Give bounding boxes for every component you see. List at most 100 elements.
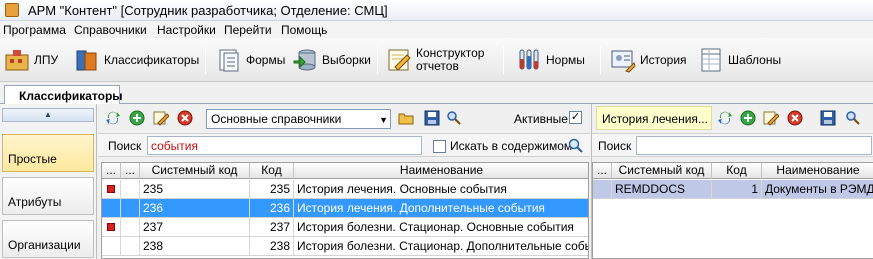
lpu-button[interactable]: ЛПУ [4,44,58,76]
dictionary-select[interactable]: Основные справочники ▼ [206,109,391,129]
column-header-syscode[interactable]: Системный код [612,163,712,179]
search-keys-icon[interactable] [446,110,462,126]
template-sheet-icon [698,47,724,73]
row-marker-cell [121,180,140,198]
column-header[interactable]: ... [593,163,612,179]
menu-settings[interactable]: Настройки [157,23,216,37]
menu-help[interactable]: Помощь [281,23,327,37]
templates-button[interactable]: Шаблоны [698,44,781,76]
save-icon[interactable] [424,110,440,126]
refresh-icon[interactable] [717,110,733,126]
report-pencil-icon [386,47,412,73]
table-row[interactable]: 236 236 История лечения. Дополнительные со… [102,199,588,218]
nav-item-label: Простые [8,152,57,166]
chevron-down-icon: ▼ [379,115,388,125]
active-checkbox[interactable]: ✓ [569,111,582,124]
detail-search-input[interactable] [636,136,872,155]
table-row[interactable]: 237 237 История болезни. Стационар. Основн… [102,218,588,237]
nav-item-attributes[interactable]: Атрибуты [2,177,94,215]
search-in-content-checkbox[interactable] [433,140,446,153]
books-icon [74,47,100,73]
selections-button[interactable]: Выборки [292,44,371,76]
name-cell: История болезни. Стационар. Дополнительн… [297,239,589,253]
syscode-cell: REMDDOCS [612,180,712,198]
nav-item-organizations[interactable]: Организации [2,220,94,258]
menu-program[interactable]: Программа [3,23,66,37]
column-header[interactable]: ... [102,163,121,179]
open-folder-icon[interactable] [398,110,414,126]
classifiers-label: Классификаторы [104,52,200,67]
syscode-cell: 238 [140,237,250,255]
main-toolbar: ЛПУ Классификаторы Формы Выборки Констру… [0,38,873,82]
menu-go[interactable]: Перейти [224,23,272,37]
syscode-cell: 236 [140,199,250,217]
classifiers-panel: Основные справочники ▼ Активные ✓ Поиск … [98,104,590,259]
app-icon [5,3,19,17]
row-marker-cell [121,237,140,255]
report-constructor-label: Конструктор отчетов [416,46,485,73]
column-header-name[interactable]: Наименование [294,163,588,179]
row-flag-cell [102,218,121,236]
test-tubes-icon [516,47,542,73]
selections-label: Выборки [322,52,371,67]
nav-item-label: Организации [8,238,81,252]
add-icon[interactable] [129,110,145,126]
window-title: АРМ "Контент" [Сотрудник разработчика; О… [28,3,388,18]
column-header-code[interactable]: Код [250,163,294,179]
toolbar-separator [205,46,206,74]
forms-button[interactable]: Формы [216,44,285,76]
search-keys-icon[interactable] [845,110,861,126]
syscode-cell: 235 [140,180,250,198]
nav-item-label: Атрибуты [8,195,62,209]
search-icon[interactable] [568,138,584,154]
detail-title: История лечения... [596,106,712,130]
database-icon [292,47,318,73]
classifiers-button[interactable]: Классификаторы [74,44,199,76]
detail-panel: История лечения... Поиск ... Системный к… [591,104,873,259]
edit-icon[interactable] [763,110,779,126]
dictionary-select-value: Основные справочники [211,112,342,126]
name-cell: История лечения. Основные события [297,182,507,196]
table-row[interactable]: 238 238 История болезни. Стационар. Дополн… [102,237,589,256]
syscode-cell: 237 [140,218,250,236]
report-constructor-button[interactable]: Конструктор отчетов [386,44,484,76]
toolbar-separator [377,46,378,74]
table-row[interactable]: 235 235 История лечения. Основные события [102,180,588,199]
row-marker-cell [121,218,140,236]
hospital-icon [4,47,30,73]
search-in-content-label: Искать в содержимом [450,139,573,153]
collapse-up-button[interactable]: ▲ [2,108,94,122]
column-header-name[interactable]: Наименование [762,163,873,179]
tab-classifiers[interactable]: Классификаторы [4,85,123,105]
delete-icon[interactable] [177,110,193,126]
code-cell: 1 [712,180,762,198]
status-flag-icon [107,185,115,193]
edit-icon[interactable] [153,110,169,126]
table-row[interactable]: REMDDOCS 1 Документы в РЭМД [593,180,873,199]
row-flag-cell [102,180,121,198]
refresh-icon[interactable] [105,110,121,126]
lpu-label: ЛПУ [34,52,59,67]
delete-icon[interactable] [787,110,803,126]
code-cell: 236 [250,199,294,217]
column-header-code[interactable]: Код [712,163,762,179]
norms-button[interactable]: Нормы [516,44,585,76]
table-header: ... ... Системный код Код Наименование [102,163,588,179]
row-marker-cell [121,199,140,217]
column-header[interactable]: ... [121,163,140,179]
toolbar-separator [503,46,504,74]
table-header: ... Системный код Код Наименование [593,163,873,179]
norms-label: Нормы [546,52,585,67]
search-input[interactable]: события [147,136,422,155]
save-icon[interactable] [820,110,836,126]
code-cell: 237 [250,218,294,236]
column-header-syscode[interactable]: Системный код [140,163,250,179]
history-button[interactable]: История [610,44,687,76]
code-cell: 238 [250,237,294,255]
forms-label: Формы [246,52,286,67]
tab-strip: Классификаторы [0,82,873,105]
menu-dictionaries[interactable]: Справочники [74,23,147,37]
title-bar: АРМ "Контент" [Сотрудник разработчика; О… [0,0,873,21]
nav-item-simple[interactable]: Простые [2,134,94,172]
add-icon[interactable] [740,110,756,126]
